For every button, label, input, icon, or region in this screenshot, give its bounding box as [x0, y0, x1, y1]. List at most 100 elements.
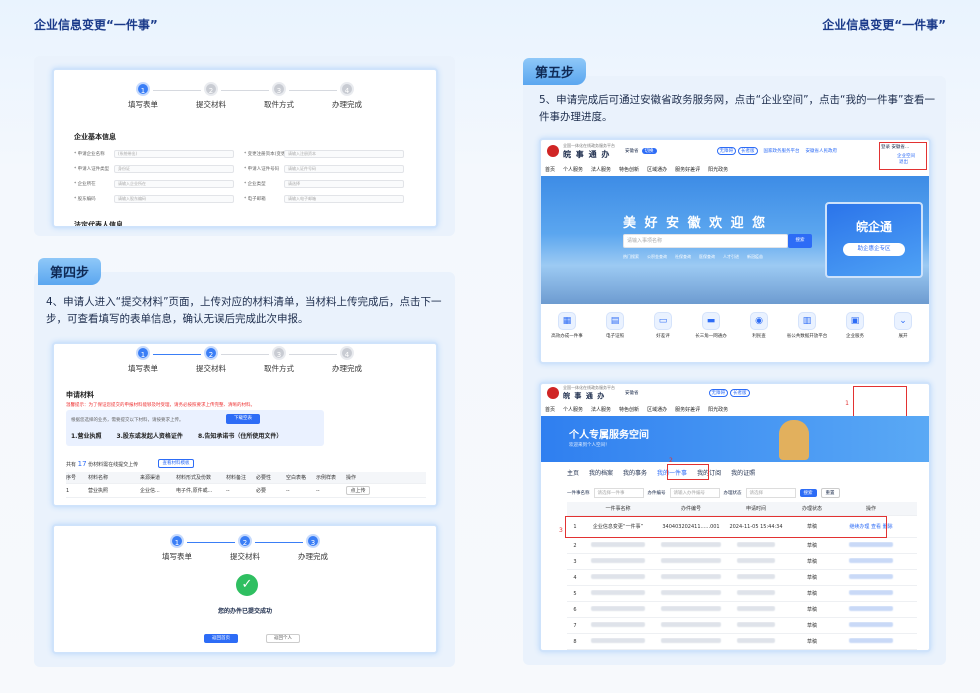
hot-search-link[interactable]: 新冠疫苗: [747, 254, 763, 260]
link-elderly[interactable]: 长者版: [730, 389, 750, 397]
nav-item[interactable]: 首页: [545, 406, 555, 413]
table-row[interactable]: 7 草稿: [567, 618, 917, 634]
nav-item[interactable]: 特色创新: [619, 406, 639, 413]
blurred-text: [849, 638, 893, 643]
nav-item[interactable]: 特色创新: [619, 166, 639, 173]
form-input[interactable]: 请输入证件号码: [284, 165, 404, 173]
nav-item[interactable]: 法人服务: [591, 166, 611, 173]
return-home-button[interactable]: 返回首页: [204, 634, 238, 643]
link-accessible[interactable]: 无障碍: [716, 147, 736, 155]
service-icon: ▤: [606, 312, 624, 330]
table-cell: 草稿: [806, 639, 817, 645]
portal-search-input[interactable]: 请输入事项名称: [623, 234, 788, 248]
filter-label: 一件事名称: [567, 491, 590, 496]
hot-search-link[interactable]: 社保查询: [675, 254, 691, 260]
filter-input[interactable]: 请选择: [745, 488, 796, 498]
space-tab[interactable]: 我的证照: [731, 468, 755, 477]
nav-item[interactable]: 首页: [545, 166, 555, 173]
step5-description: 5、申请完成后可通过安徽省政务服务网，点击“企业空间”，点击“我的一件事”查看一…: [539, 94, 935, 123]
promo-card[interactable]: 皖企通 助企惠企专区: [825, 202, 923, 278]
blurred-text: [849, 558, 893, 563]
service-card[interactable]: ⌄ 展开: [881, 312, 925, 339]
panel-form-top: 1 填写表单 2 提交材料 3 取件方式 4 办理完成 企业基本信息 法定代表人信息 * 申请…: [34, 56, 455, 236]
table-row[interactable]: 5 草稿: [567, 586, 917, 602]
portal-topbar: 全国一体化在线政务服务平台皖 事 通 办 安徽省 切换 无障碍 长者版 国家政务…: [541, 140, 929, 162]
material-count: 共有 17 份材料需在线提交上传: [66, 460, 139, 468]
link-accessible[interactable]: 无障碍: [708, 389, 728, 397]
form-input[interactable]: 请输入股东编码: [114, 195, 234, 203]
download-blank-button[interactable]: 下载空表: [226, 414, 260, 424]
column-header: 来源渠道: [140, 475, 161, 481]
service-card[interactable]: ▬ 长三角一网通办: [689, 312, 733, 339]
nav-item[interactable]: 法人服务: [591, 406, 611, 413]
service-card[interactable]: ▥ 省公共数据开放平台: [785, 312, 829, 339]
section-legal-rep: 法定代表人信息: [74, 221, 123, 228]
table-row[interactable]: 2 草稿: [567, 538, 917, 554]
column-header: 序号: [66, 475, 77, 481]
filter-input[interactable]: 请选择一件事: [593, 488, 644, 498]
table-row[interactable]: 3 草稿: [567, 554, 917, 570]
service-card[interactable]: ▤ 电子证照: [593, 312, 637, 339]
nav-item[interactable]: 服务好差评: [675, 406, 700, 413]
blurred-cell: [583, 574, 653, 581]
nav-item[interactable]: 区域通办: [647, 406, 667, 413]
nav-item[interactable]: 个人服务: [563, 406, 583, 413]
portal-banner: 美 好 安 徽 欢 迎 您 请输入事项名称 搜索 热门搜索 公积金查询 社保查询 医保…: [541, 176, 929, 304]
hot-search-link[interactable]: 人才引进: [723, 254, 739, 260]
form-label: * 企业类型: [244, 182, 266, 187]
link-national[interactable]: 国家政务服务平台: [764, 148, 800, 154]
search-button[interactable]: 搜索: [799, 489, 817, 497]
form-input[interactable]: 请输入注册资本: [284, 150, 404, 158]
form-label: * 电子邮箱: [244, 197, 266, 202]
return-personal-button[interactable]: 返回个人: [266, 634, 300, 643]
nav-item[interactable]: 服务好差评: [675, 166, 700, 173]
space-tab[interactable]: 我的事务: [623, 468, 647, 477]
space-tab[interactable]: 我的档案: [589, 468, 613, 477]
table-row[interactable]: 8 草稿: [567, 634, 917, 650]
promo-button[interactable]: 助企惠企专区: [843, 243, 905, 256]
column-header: 材料备注: [226, 475, 247, 481]
table-row: 1 营业执照 企业信... 电子件,原件或... -- 必要 -- -- 点上传: [66, 484, 426, 498]
portal-search-button[interactable]: 搜索: [788, 234, 812, 248]
link-province[interactable]: 安徽省人民政府: [806, 148, 838, 154]
nav-item[interactable]: 阳光政务: [708, 166, 728, 173]
table-cell: --: [316, 487, 320, 494]
form-input[interactable]: 请输入企业所在: [114, 180, 234, 188]
service-card[interactable]: ◉ 利民查: [737, 312, 781, 339]
service-card[interactable]: ▦ 高效办成一件事: [545, 312, 589, 339]
filter-input[interactable]: 请输入办件编号: [669, 488, 720, 498]
step-number-icon: 3: [272, 82, 286, 96]
form-input[interactable]: 请选择: [284, 180, 404, 188]
blurred-cell: [729, 574, 783, 581]
reset-button[interactable]: 重置: [820, 488, 840, 498]
table-cell: 电子件,原件或...: [176, 488, 213, 494]
link-elderly[interactable]: 长者版: [738, 147, 758, 155]
region-switch[interactable]: 切换: [641, 148, 657, 154]
blurred-cell: [583, 542, 653, 549]
hot-search-link[interactable]: 公积金查询: [647, 254, 667, 260]
blurred-cell: [841, 542, 901, 549]
nav-item[interactable]: 个人服务: [563, 166, 583, 173]
portal-logo-icon: [547, 145, 559, 157]
blurred-cell: [653, 542, 729, 549]
table-cell: 企业信...: [140, 488, 160, 494]
step-item: 3 取件方式: [245, 346, 337, 374]
form-input[interactable]: 身份证: [114, 165, 234, 173]
service-card[interactable]: ▣ 企业服务: [833, 312, 877, 339]
blurred-cell: [841, 622, 901, 629]
blurred-text: [737, 542, 775, 547]
table-row[interactable]: 4 草稿: [567, 570, 917, 586]
blurred-cell: [841, 574, 901, 581]
view-template-button[interactable]: 查看材料模板: [158, 459, 194, 468]
service-card[interactable]: ▭ 好差评: [641, 312, 685, 339]
form-input[interactable]: (系统带出): [114, 150, 234, 158]
hot-search-link[interactable]: 医保查询: [699, 254, 715, 260]
space-tab[interactable]: 主页: [567, 468, 579, 477]
service-icon: ▬: [702, 312, 720, 330]
nav-item[interactable]: 区域通办: [647, 166, 667, 173]
step-label: 提交材料: [196, 364, 226, 373]
table-row[interactable]: 6 草稿: [567, 602, 917, 618]
nav-item[interactable]: 阳光政务: [708, 406, 728, 413]
form-input[interactable]: 请输入电子邮箱: [284, 195, 404, 203]
upload-button[interactable]: 点上传: [346, 486, 370, 495]
